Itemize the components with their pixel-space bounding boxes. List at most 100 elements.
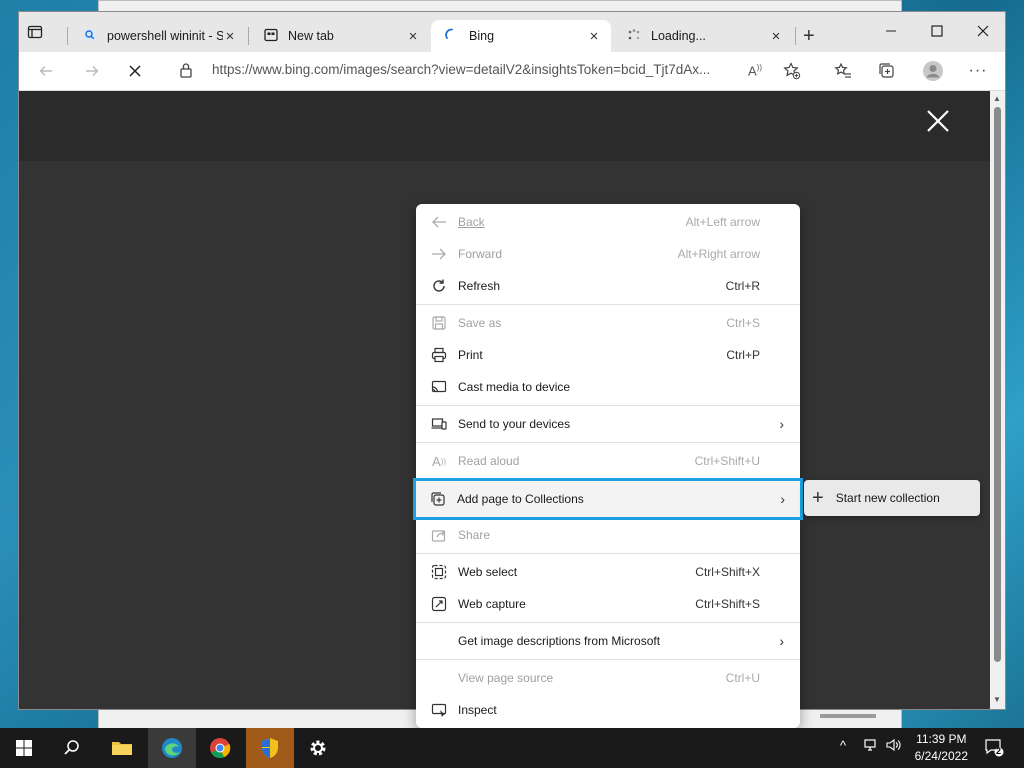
scroll-down-icon[interactable]: ▼ <box>993 695 1001 704</box>
print-icon <box>430 346 448 364</box>
menu-item-shortcut: Ctrl+U <box>725 671 760 685</box>
scroll-up-icon[interactable]: ▲ <box>993 94 1001 103</box>
tab-new-tab[interactable]: New tab × <box>250 20 430 52</box>
tab-label: Bing <box>469 29 495 43</box>
close-viewer-button[interactable] <box>926 105 950 139</box>
menu-item-read-aloud[interactable]: A)) Read aloud Ctrl+Shift+U <box>416 445 800 477</box>
chrome-button[interactable] <box>196 728 244 768</box>
menu-separator <box>416 304 800 305</box>
chevron-right-icon: › <box>779 633 784 649</box>
forward-arrow-icon <box>430 245 448 263</box>
tab-powershell[interactable]: powershell wininit - S × <box>69 20 247 52</box>
tab-actions-button[interactable] <box>27 24 55 46</box>
menu-item-forward[interactable]: Forward Alt+Right arrow <box>416 238 800 270</box>
close-icon[interactable]: × <box>406 28 420 45</box>
clock-time: 11:39 PM <box>916 732 967 746</box>
tab-label: Loading... <box>651 29 706 43</box>
menu-item-print[interactable]: Print Ctrl+P <box>416 339 800 371</box>
read-aloud-icon: A)) <box>432 453 446 469</box>
volume-icon[interactable] <box>886 738 902 755</box>
menu-item-back[interactable]: Back Alt+Left arrow <box>416 206 800 238</box>
read-aloud-button[interactable]: A)) <box>744 60 766 82</box>
back-button[interactable] <box>35 60 57 82</box>
edge-button[interactable] <box>148 728 196 768</box>
close-icon[interactable]: × <box>769 28 783 45</box>
tab-bing[interactable]: Bing × <box>431 20 611 52</box>
collections-button[interactable] <box>876 60 898 82</box>
context-menu: Back Alt+Left arrow Forward Alt+Right ar… <box>413 204 803 728</box>
search-button[interactable] <box>48 728 96 768</box>
close-window-button[interactable] <box>977 24 989 40</box>
forward-button[interactable] <box>81 60 103 82</box>
search-icon <box>64 740 79 755</box>
lock-icon[interactable] <box>179 62 195 80</box>
scroll-thumb[interactable] <box>994 107 1001 662</box>
clock-date: 6/24/2022 <box>914 749 968 763</box>
chevron-up-icon[interactable]: ^ <box>840 738 846 753</box>
menu-item-image-descriptions[interactable]: Get image descriptions from Microsoft › <box>416 625 800 657</box>
menu-item-web-select[interactable]: Web select Ctrl+Shift+X <box>416 556 800 588</box>
tab-loading[interactable]: Loading... × <box>613 20 793 52</box>
shield-icon <box>262 738 278 758</box>
menu-item-label: Add page to Collections <box>457 492 584 506</box>
menu-item-save-as[interactable]: Save as Ctrl+S <box>416 307 800 339</box>
settings-button[interactable] <box>294 728 342 768</box>
avatar-icon <box>923 61 943 81</box>
menu-item-shortcut: Alt+Left arrow <box>685 215 760 229</box>
chevron-right-icon: › <box>779 416 784 432</box>
address-bar[interactable]: https://www.bing.com/images/search?view=… <box>212 62 710 77</box>
menu-item-refresh[interactable]: Refresh Ctrl+R <box>416 270 800 302</box>
settings-more-button[interactable]: ··· <box>967 60 989 82</box>
collections-submenu: + Start new collection <box>804 480 980 516</box>
menu-item-shortcut: Ctrl+Shift+X <box>695 565 760 579</box>
minimize-button[interactable] <box>885 24 897 40</box>
start-button[interactable] <box>0 728 48 768</box>
image-viewer-header <box>19 91 990 161</box>
devices-icon <box>430 415 448 433</box>
menu-item-cast[interactable]: Cast media to device <box>416 371 800 403</box>
new-tab-button[interactable]: + <box>803 25 815 47</box>
stop-icon <box>129 65 141 77</box>
menu-item-label: Get image descriptions from Microsoft <box>458 634 661 648</box>
add-favorite-button[interactable] <box>781 60 803 82</box>
loading-icon <box>627 28 641 45</box>
windows-logo-icon <box>16 740 32 756</box>
menu-item-shortcut: Ctrl+R <box>725 279 760 293</box>
start-new-collection-button[interactable]: Start new collection <box>836 491 940 505</box>
file-explorer-button[interactable] <box>98 728 146 768</box>
menu-separator <box>416 659 800 660</box>
notification-count: 2 <box>996 746 1002 756</box>
close-icon[interactable]: × <box>223 28 237 45</box>
notifications-button[interactable]: 2 <box>984 737 1004 760</box>
menu-item-label: Share <box>458 528 491 542</box>
menu-item-web-capture[interactable]: Web capture Ctrl+Shift+S <box>416 588 800 620</box>
favorites-button[interactable] <box>832 60 854 82</box>
network-icon[interactable] <box>864 738 878 755</box>
browser-toolbar: https://www.bing.com/images/search?view=… <box>19 52 1005 91</box>
edge-icon <box>162 738 182 758</box>
favorites-icon <box>834 62 851 78</box>
close-icon[interactable]: × <box>587 28 601 45</box>
menu-item-label: Send to your devices <box>458 417 571 431</box>
maximize-button[interactable] <box>931 24 943 40</box>
system-clock[interactable]: 11:39 PM 6/24/2022 <box>915 731 968 765</box>
menu-item-inspect[interactable]: Inspect <box>416 694 800 726</box>
profile-button[interactable] <box>922 60 944 82</box>
security-app-button[interactable] <box>246 728 294 768</box>
page-scrollbar[interactable]: ▲ ▼ <box>990 91 1005 709</box>
tab-actions-icon <box>27 25 43 39</box>
star-add-icon <box>783 62 801 80</box>
cast-icon <box>430 378 448 396</box>
plus-icon: + <box>803 25 815 47</box>
stop-loading-button[interactable] <box>124 60 146 82</box>
menu-item-label: Cast media to device <box>458 380 571 394</box>
chrome-icon <box>210 738 231 759</box>
save-icon <box>430 314 448 332</box>
gear-icon <box>310 740 326 756</box>
menu-item-view-source[interactable]: View page source Ctrl+U <box>416 662 800 694</box>
menu-item-send-to-devices[interactable]: Send to your devices › <box>416 408 800 440</box>
menu-item-add-to-collections[interactable]: Add page to Collections › <box>413 478 803 520</box>
inspect-icon <box>430 701 448 719</box>
menu-item-share[interactable]: Share <box>416 519 800 551</box>
menu-item-shortcut: Alt+Right arrow <box>677 247 760 261</box>
